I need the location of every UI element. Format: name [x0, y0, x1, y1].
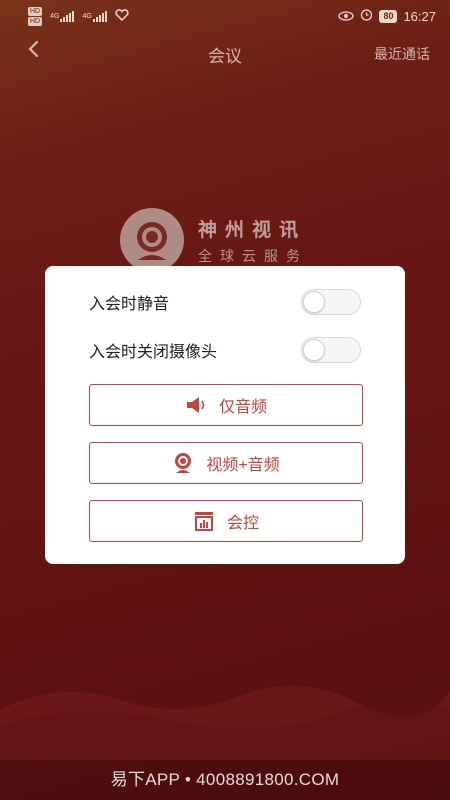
option-label-camera: 入会时关闭摄像头 — [89, 344, 218, 361]
clock: 16:27 — [403, 8, 436, 24]
heart-wifi-icon — [115, 8, 129, 24]
bottom-wave-decoration — [0, 685, 450, 760]
video-audio-label: 视频+音频 — [206, 457, 280, 474]
meeting-control-label: 会控 — [226, 515, 259, 532]
toggle-knob — [303, 339, 325, 361]
camera-off-on-join-toggle[interactable] — [301, 337, 361, 363]
signal-icon — [60, 10, 75, 22]
speaker-icon — [185, 394, 207, 416]
status-left: HD HD 4G 4G — [28, 6, 129, 26]
app-header: 会议 最近通话 — [0, 32, 450, 72]
webcam-icon — [172, 452, 194, 474]
hd-badge-bottom: HD — [28, 16, 43, 26]
meeting-control-button[interactable]: 会控 — [89, 500, 363, 542]
join-meeting-dialog: 入会时静音 入会时关闭摄像头 仅音频 视频+音频 会控 — [45, 266, 405, 564]
option-row-camera: 入会时关闭摄像头 — [89, 336, 361, 364]
recent-calls-link[interactable]: 最近通话 — [374, 44, 430, 64]
watermark-text: 易下APP • 4008891800.COM — [110, 770, 340, 789]
video-audio-button[interactable]: 视频+音频 — [89, 442, 363, 484]
audio-only-label: 仅音频 — [218, 399, 267, 416]
logo-text: 神州视讯 全球云服务 — [198, 215, 308, 266]
brand-logo: 神州视讯 全球云服务 — [120, 208, 308, 272]
hd-badge-top: HD — [28, 6, 43, 16]
signal-icon — [92, 10, 107, 22]
option-row-mute: 入会时静音 — [89, 288, 361, 316]
status-right: 80 16:27 — [338, 8, 436, 24]
hd-indicator: HD HD — [28, 6, 43, 26]
network-type-1: 4G — [50, 12, 60, 20]
brand-name: 神州视讯 — [198, 219, 307, 241]
battery-indicator: 80 — [379, 9, 398, 23]
mute-on-join-toggle[interactable] — [301, 289, 361, 315]
status-bar: HD HD 4G 4G 80 16:27 — [0, 0, 450, 32]
webcam-logo-icon — [120, 208, 184, 272]
alarm-icon — [360, 8, 373, 24]
audio-only-button[interactable]: 仅音频 — [89, 384, 363, 426]
brand-slogan: 全球云服务 — [198, 247, 308, 264]
signal-group-1: 4G — [50, 10, 75, 22]
signal-group-2: 4G — [82, 10, 107, 22]
eye-icon — [338, 9, 355, 24]
network-type-2: 4G — [82, 12, 92, 20]
option-label-mute: 入会时静音 — [89, 296, 170, 313]
control-panel-icon — [193, 510, 215, 532]
toggle-knob — [303, 291, 325, 313]
